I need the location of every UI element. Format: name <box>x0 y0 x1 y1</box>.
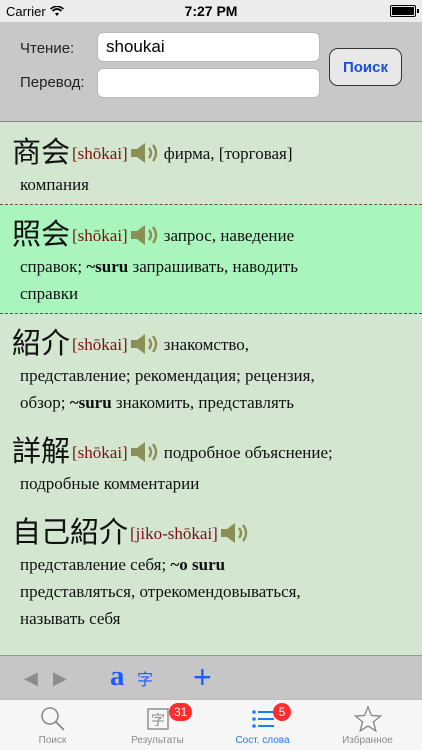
entry-reading: [shōkai] <box>72 335 128 354</box>
search-button[interactable]: Поиск <box>329 48 402 86</box>
definition-text: справки <box>20 284 79 303</box>
tab-label: Избранное <box>342 735 393 746</box>
speaker-icon[interactable] <box>130 224 160 246</box>
entry-definition-line: представление себя; ~o suru <box>12 551 402 578</box>
status-time: 7:27 PM <box>184 3 238 19</box>
definition-text: компания <box>20 175 89 194</box>
star-icon <box>353 705 382 733</box>
definition-text: называть себя <box>20 609 121 628</box>
list-item[interactable]: 詳解 [shōkai] подробное объяснение; подробны… <box>0 422 422 503</box>
speaker-icon[interactable] <box>130 333 160 355</box>
entry-definition-line: справок; ~suru запрашивать, наводить <box>12 253 402 280</box>
tab-label: Результаты <box>131 735 184 746</box>
entry-definition-line: представляться, отрекомендовываться, <box>12 578 402 605</box>
entry-kanji: 自己紹介 <box>12 515 129 549</box>
reading-label: Чтение: <box>20 40 75 57</box>
entry-kanji: 紹介 <box>12 326 71 360</box>
composition-count-badge: 5 <box>273 703 291 721</box>
entry-definition-line: обзор; ~suru знакомить, представлять <box>12 389 402 416</box>
kanji-script-toggle[interactable]: 字 <box>137 666 153 690</box>
tab-favorites[interactable]: Избранное <box>315 700 420 750</box>
tab-results[interactable]: 字 31 Результаты <box>105 700 210 750</box>
svg-text:字: 字 <box>151 713 165 729</box>
speaker-icon[interactable] <box>130 142 160 164</box>
definition-grammar: ~o suru <box>170 555 226 574</box>
reading-input[interactable] <box>97 32 320 62</box>
entry-reading: [shōkai] <box>72 443 128 462</box>
list-item[interactable]: 自己紹介 [jiko-shōkai] представление себя; ~o… <box>0 503 422 638</box>
entry-definition-line: называть себя <box>12 605 402 632</box>
battery-icon <box>390 5 419 17</box>
list-item-selected[interactable]: 照会 [shōkai] запрос, наведение справок; ~su… <box>0 205 422 314</box>
definition-text: знакомить, представлять <box>111 393 294 412</box>
definition-text: обзор; <box>20 393 70 412</box>
list-item[interactable]: 紹介 [shōkai] знакомство, представление; рек… <box>0 314 422 422</box>
latin-script-toggle[interactable]: a <box>110 660 125 693</box>
status-bar: Carrier 7:27 PM <box>0 0 422 22</box>
entry-definition-line: представление; рекомендация; рецензия, <box>12 362 402 389</box>
results-list: 商会 [shōkai] фирма, [торговая] компания 照会[… <box>0 123 422 655</box>
entry-reading: [shōkai] <box>72 226 128 245</box>
definition-text: справок; <box>20 257 87 276</box>
entry-definition-line: подробные комментарии <box>12 470 402 497</box>
results-count-badge: 31 <box>169 703 193 721</box>
tab-label: Поиск <box>38 735 67 746</box>
tab-word-composition[interactable]: 5 Сост. слова <box>210 700 315 750</box>
translation-label: Перевод: <box>20 74 85 91</box>
speaker-icon[interactable] <box>130 441 160 463</box>
entry-definition: запрос, наведение <box>163 226 295 245</box>
entry-definition: фирма, [торговая] <box>163 144 293 163</box>
entry-definition-line: компания <box>12 171 402 198</box>
definition-text: представляться, отрекомендовываться, <box>20 582 301 601</box>
entry-kanji: 詳解 <box>12 434 71 468</box>
tab-bar: Поиск 字 31 Результаты 5 Сост. слова Избр… <box>0 699 422 750</box>
definition-text: представление; рекомендация; рецензия, <box>20 366 315 385</box>
definition-grammar: ~suru <box>86 257 129 276</box>
search-icon <box>40 707 65 731</box>
translation-input[interactable] <box>97 68 320 98</box>
forward-arrow-icon[interactable]: ▶ <box>53 668 67 689</box>
back-arrow-icon[interactable]: ◀ <box>24 668 38 689</box>
list-item[interactable]: 商会 [shōkai] фирма, [торговая] компания <box>0 123 422 205</box>
entry-kanji: 商会 <box>12 135 71 169</box>
add-favorite-button[interactable]: + <box>193 659 212 696</box>
tab-search[interactable]: Поиск <box>0 700 105 750</box>
entry-reading: [jiko-shōkai] <box>130 524 218 543</box>
definition-text: представление себя; <box>20 555 171 574</box>
definition-text: подробные комментарии <box>20 474 200 493</box>
definition-text: запрашивать, наводить <box>128 257 298 276</box>
entry-definition: знакомство, <box>163 335 250 354</box>
search-form: Чтение: Перевод: Поиск <box>0 22 422 122</box>
kanji-results-icon: 字 <box>146 708 169 730</box>
speaker-icon[interactable] <box>220 522 250 544</box>
tab-label: Сост. слова <box>235 735 290 746</box>
bottom-toolbar: ◀ ▶ a 字 + <box>0 655 422 699</box>
entry-reading: [shōkai] <box>72 144 128 163</box>
entry-kanji: 照会 <box>12 217 71 251</box>
entry-definition: подробное объяснение; <box>163 443 333 462</box>
definition-grammar: ~suru <box>69 393 112 412</box>
entry-definition-line: справки <box>12 280 402 307</box>
